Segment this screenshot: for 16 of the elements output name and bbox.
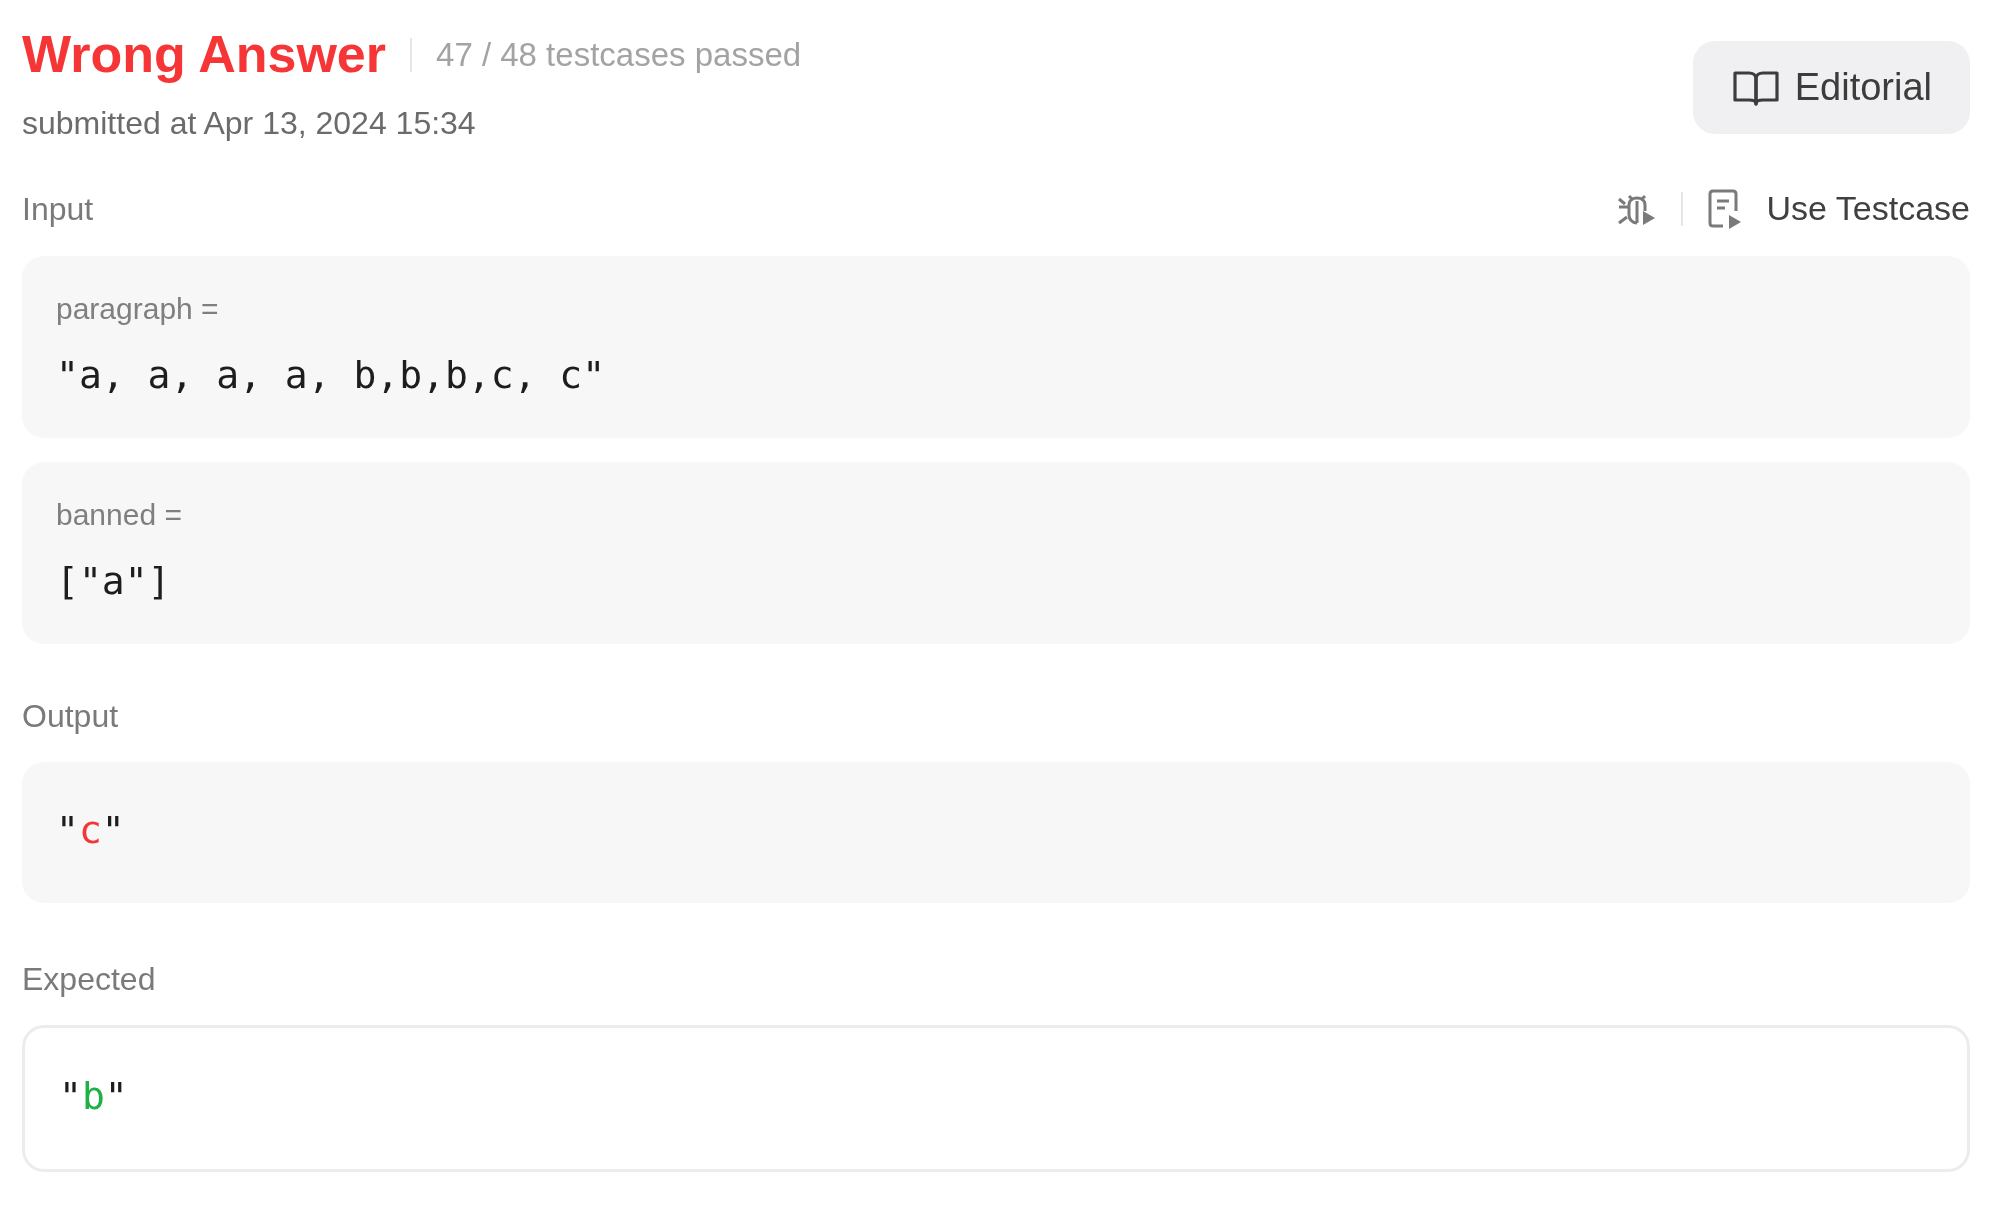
param-value: ["a"] xyxy=(56,558,172,606)
book-icon xyxy=(1732,69,1779,106)
param-value: "a, a, a, a, b,b,b,c, c" xyxy=(56,352,607,400)
result-value: "b" xyxy=(59,1073,129,1121)
section-label: Expected xyxy=(22,960,157,1000)
submitted-time: submitted at Apr 13, 2024 15:34 xyxy=(22,104,477,144)
testcases-passed: 47 / 48 testcases passed xyxy=(436,34,802,75)
section-label: Input xyxy=(22,189,94,229)
use-testcase-button[interactable]: Use Testcase xyxy=(1706,183,1970,235)
param-name: banned = xyxy=(56,497,183,534)
result-status: Wrong Answer xyxy=(22,26,387,84)
param-name: paragraph = xyxy=(56,291,220,328)
result-value: "c" xyxy=(56,807,126,855)
section-label: Output xyxy=(22,697,120,737)
editorial-button[interactable]: Editorial xyxy=(1692,41,1970,134)
document-play-icon xyxy=(1706,187,1743,230)
